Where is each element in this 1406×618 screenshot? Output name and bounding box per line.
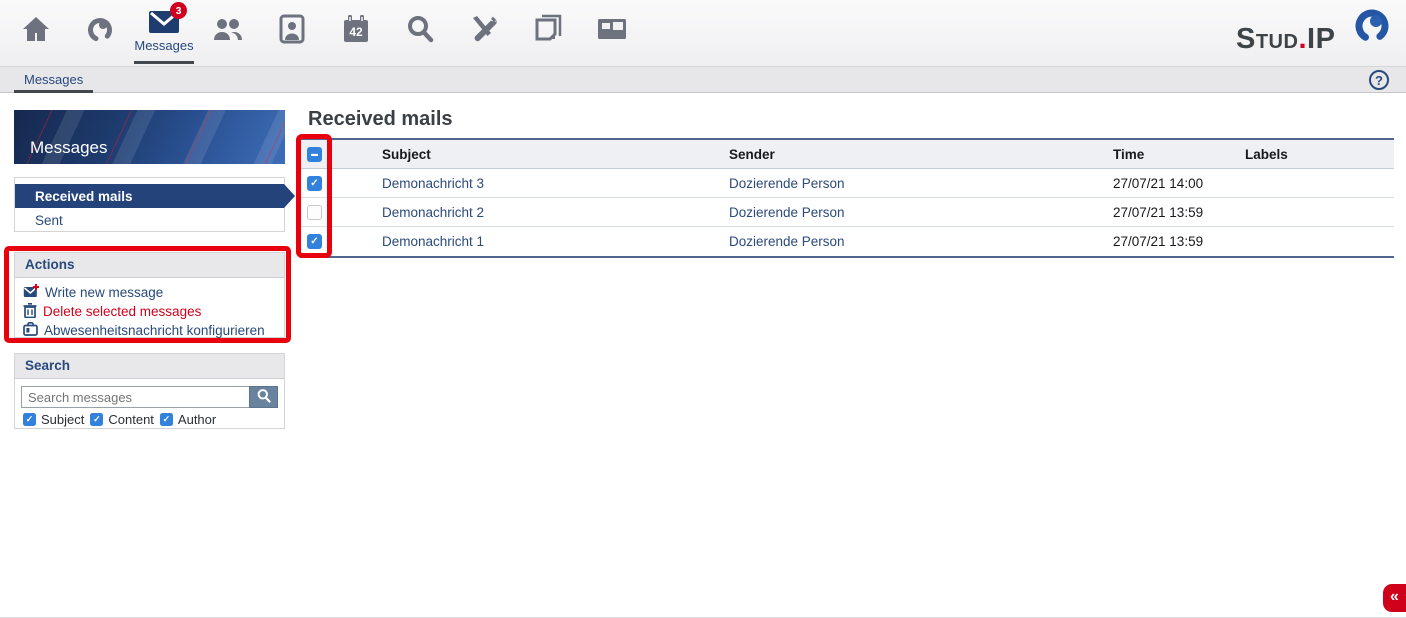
top-navigation-bar: 3 Messages bbox=[0, 0, 1406, 66]
profile-icon bbox=[277, 13, 307, 45]
table-row: Demonachricht 1 Dozierende Person 27/07/… bbox=[300, 227, 1394, 256]
filter-label: Content bbox=[108, 412, 154, 427]
community-icon bbox=[211, 13, 245, 45]
message-time: 27/07/21 13:59 bbox=[1101, 205, 1233, 220]
column-header-labels: Labels bbox=[1233, 147, 1394, 162]
filter-content[interactable]: Content bbox=[90, 412, 154, 427]
nav-tools[interactable] bbox=[452, 0, 516, 66]
column-header-time: Time bbox=[1101, 147, 1233, 162]
row-checkbox[interactable] bbox=[307, 176, 322, 191]
sidebar-collapse-button[interactable]: « bbox=[1383, 584, 1406, 612]
message-subject-link[interactable]: Demonachricht 3 bbox=[382, 176, 484, 191]
nav-messages[interactable]: 3 Messages bbox=[132, 0, 196, 66]
nav-files[interactable] bbox=[516, 0, 580, 66]
filter-author[interactable]: Author bbox=[160, 412, 216, 427]
table-row: Demonachricht 2 Dozierende Person 27/07/… bbox=[300, 198, 1394, 227]
actions-title: Actions bbox=[15, 253, 284, 278]
message-subject-link[interactable]: Demonachricht 1 bbox=[382, 234, 484, 249]
search-icon bbox=[404, 13, 436, 45]
message-time: 27/07/21 13:59 bbox=[1101, 234, 1233, 249]
logo-text: Stud.IP bbox=[1236, 25, 1335, 54]
search-filter-row: Subject Content Author bbox=[23, 412, 278, 427]
message-sender-link[interactable]: Dozierende Person bbox=[729, 176, 845, 191]
message-subject-link[interactable]: Demonachricht 2 bbox=[382, 205, 484, 220]
messages-unread-badge: 3 bbox=[170, 2, 187, 19]
filter-content-checkbox[interactable] bbox=[90, 413, 103, 426]
page-title: Received mails bbox=[308, 108, 453, 131]
breadcrumb-bar: Messages ? bbox=[0, 66, 1406, 93]
filter-label: Author bbox=[178, 412, 216, 427]
select-all-checkbox[interactable] bbox=[307, 147, 322, 162]
trash-icon bbox=[23, 303, 37, 321]
message-sender-link[interactable]: Dozierende Person bbox=[729, 234, 845, 249]
sidebar-search-widget: Search Subject Content bbox=[14, 353, 285, 429]
action-delete-selected-messages[interactable]: Delete selected messages bbox=[23, 302, 276, 321]
nav-dashboard[interactable] bbox=[580, 0, 644, 66]
action-configure-out-of-office[interactable]: Abwesenheitsnachricht konfigurieren bbox=[23, 321, 276, 340]
sidebar-item-label: Sent bbox=[35, 213, 63, 228]
filter-subject[interactable]: Subject bbox=[23, 412, 84, 427]
studip-logo: Stud.IP bbox=[1236, 8, 1386, 60]
search-submit-button[interactable] bbox=[249, 386, 278, 408]
column-header-sender: Sender bbox=[717, 147, 1101, 162]
nav-messages-label: Messages bbox=[134, 38, 193, 53]
row-checkbox[interactable] bbox=[307, 234, 322, 249]
nav-home[interactable] bbox=[4, 0, 68, 66]
nav-community[interactable] bbox=[196, 0, 260, 66]
actions-list: Write new message Delete selected messag… bbox=[15, 278, 284, 344]
sidebar-actions-widget: Actions Write new message bbox=[14, 252, 285, 338]
nav-search[interactable] bbox=[388, 0, 452, 66]
calendar-week-number: 42 bbox=[340, 25, 372, 39]
filter-author-checkbox[interactable] bbox=[160, 413, 173, 426]
table-row: Demonachricht 3 Dozierende Person 27/07/… bbox=[300, 169, 1394, 198]
breadcrumb-messages[interactable]: Messages bbox=[14, 70, 93, 93]
row-checkbox[interactable] bbox=[307, 205, 322, 220]
whiteboard-icon bbox=[595, 13, 629, 45]
filter-label: Subject bbox=[41, 412, 84, 427]
top-icon-strip: 3 Messages bbox=[4, 0, 644, 66]
logo-red-dot: . bbox=[1298, 23, 1307, 55]
action-write-new-message[interactable]: Write new message bbox=[23, 283, 276, 302]
nav-schedule[interactable]: 42 bbox=[324, 0, 388, 66]
table-header-row: Subject Sender Time Labels bbox=[300, 140, 1394, 169]
tools-icon bbox=[467, 13, 501, 45]
calendar-icon: 42 bbox=[340, 13, 372, 45]
help-icon[interactable]: ? bbox=[1369, 70, 1389, 90]
received-mails-table: Subject Sender Time Labels Demonachricht… bbox=[300, 138, 1394, 258]
double-chevron-left-icon: « bbox=[1390, 588, 1399, 606]
mail-plus-icon bbox=[23, 284, 39, 301]
swirl-icon bbox=[84, 13, 116, 45]
sidebar-banner-title: Messages bbox=[30, 138, 107, 158]
action-label: Abwesenheitsnachricht konfigurieren bbox=[44, 323, 265, 338]
out-of-office-icon bbox=[23, 322, 38, 339]
column-header-subject: Subject bbox=[370, 147, 717, 162]
filter-subject-checkbox[interactable] bbox=[23, 413, 36, 426]
message-sender-link[interactable]: Dozierende Person bbox=[729, 205, 845, 220]
home-icon bbox=[20, 13, 52, 45]
sidebar-banner: Messages bbox=[14, 110, 285, 164]
sidebar-item-received-mails[interactable]: Received mails bbox=[15, 184, 284, 208]
sidebar-item-label: Received mails bbox=[35, 189, 133, 204]
nav-tour[interactable] bbox=[68, 0, 132, 66]
pages-icon bbox=[532, 13, 564, 45]
studip-page: 3 Messages bbox=[0, 0, 1406, 618]
search-title: Search bbox=[15, 354, 284, 379]
action-label: Write new message bbox=[45, 285, 163, 300]
message-time: 27/07/21 14:00 bbox=[1101, 176, 1233, 191]
action-label: Delete selected messages bbox=[43, 304, 201, 319]
nav-profile[interactable] bbox=[260, 0, 324, 66]
logo-swirl-icon bbox=[1350, 4, 1394, 53]
search-magnifier-icon bbox=[256, 388, 272, 407]
search-input[interactable] bbox=[21, 386, 249, 408]
active-tab-underline bbox=[134, 61, 194, 64]
sidebar-nav: Received mails Sent bbox=[14, 177, 285, 232]
sidebar-item-sent[interactable]: Sent bbox=[15, 208, 284, 232]
